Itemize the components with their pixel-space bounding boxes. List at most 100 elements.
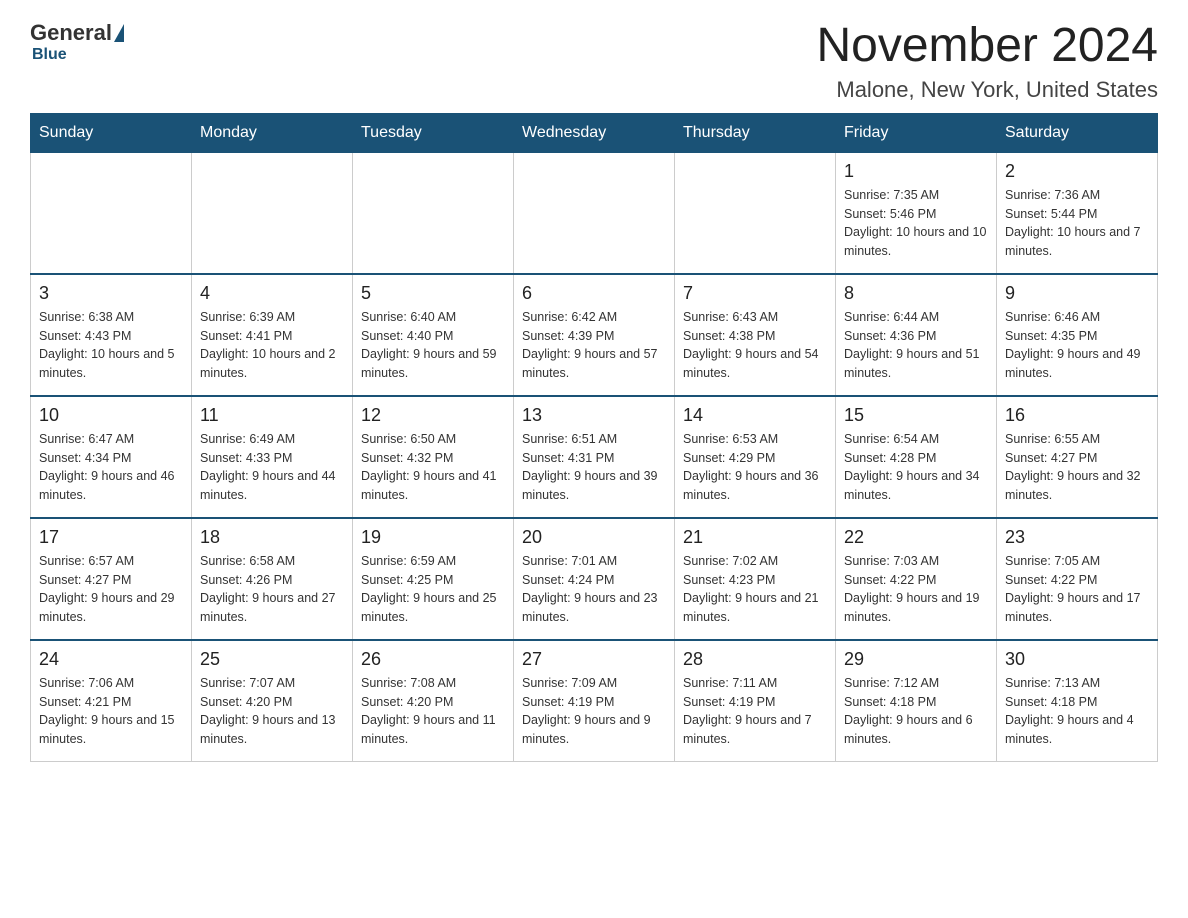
- day-number: 4: [200, 283, 344, 304]
- day-number: 30: [1005, 649, 1149, 670]
- day-info: Sunrise: 6:42 AMSunset: 4:39 PMDaylight:…: [522, 308, 666, 383]
- day-of-week-thursday: Thursday: [675, 113, 836, 152]
- week-row-4: 17 Sunrise: 6:57 AMSunset: 4:27 PMDayligh…: [31, 518, 1158, 640]
- day-info: Sunrise: 7:09 AMSunset: 4:19 PMDaylight:…: [522, 674, 666, 749]
- day-info: Sunrise: 6:43 AMSunset: 4:38 PMDaylight:…: [683, 308, 827, 383]
- calendar-cell: 20Sunrise: 7:01 AMSunset: 4:24 PMDayligh…: [514, 518, 675, 640]
- day-number: 2: [1005, 161, 1149, 182]
- day-info: Sunrise: 7:11 AMSunset: 4:19 PMDaylight:…: [683, 674, 827, 749]
- day-of-week-friday: Friday: [836, 113, 997, 152]
- day-number: 15: [844, 405, 988, 426]
- day-number: 14: [683, 405, 827, 426]
- day-number: 11: [200, 405, 344, 426]
- calendar-cell: 3Sunrise: 6:38 AMSunset: 4:43 PMDaylight…: [31, 274, 192, 396]
- day-info: Sunrise: 6:46 AMSunset: 4:35 PMDaylight:…: [1005, 308, 1149, 383]
- logo-general-text: General: [30, 20, 112, 46]
- day-info: Sunrise: 7:03 AMSunset: 4:22 PMDaylight:…: [844, 552, 988, 627]
- week-row-5: 24 Sunrise: 7:06 AMSunset: 4:21 PMDayligh…: [31, 640, 1158, 762]
- day-info: Sunrise: 6:47 AMSunset: 4:34 PMDaylight:…: [39, 430, 183, 505]
- calendar-cell: 6 Sunrise: 6:42 AMSunset: 4:39 PMDaylight…: [514, 274, 675, 396]
- days-of-week-row: SundayMondayTuesdayWednesdayThursdayFrid…: [31, 113, 1158, 152]
- day-info: Sunrise: 6:38 AMSunset: 4:43 PMDaylight:…: [39, 308, 183, 383]
- calendar-title: November 2024: [816, 20, 1158, 73]
- calendar-cell: 28 Sunrise: 7:11 AMSunset: 4:19 PMDayligh…: [675, 640, 836, 762]
- day-number: 28: [683, 649, 827, 670]
- calendar-cell: 19 Sunrise: 6:59 AMSunset: 4:25 PMDayligh…: [353, 518, 514, 640]
- day-info: Sunrise: 6:54 AMSunset: 4:28 PMDaylight:…: [844, 430, 988, 505]
- calendar-cell: [192, 152, 353, 274]
- day-of-week-saturday: Saturday: [997, 113, 1158, 152]
- day-number: 24: [39, 649, 183, 670]
- calendar-body: 1 Sunrise: 7:35 AMSunset: 5:46 PMDaylight…: [31, 152, 1158, 761]
- calendar-cell: 18 Sunrise: 6:58 AMSunset: 4:26 PMDayligh…: [192, 518, 353, 640]
- day-number: 8: [844, 283, 988, 304]
- calendar-table: SundayMondayTuesdayWednesdayThursdayFrid…: [30, 113, 1158, 762]
- calendar-cell: 13Sunrise: 6:51 AMSunset: 4:31 PMDayligh…: [514, 396, 675, 518]
- day-info: Sunrise: 7:06 AMSunset: 4:21 PMDaylight:…: [39, 674, 183, 749]
- calendar-cell: [675, 152, 836, 274]
- day-number: 1: [844, 161, 988, 182]
- logo-blue-text: Blue: [32, 46, 67, 63]
- calendar-cell: 14Sunrise: 6:53 AMSunset: 4:29 PMDayligh…: [675, 396, 836, 518]
- calendar-cell: 2 Sunrise: 7:36 AMSunset: 5:44 PMDaylight…: [997, 152, 1158, 274]
- day-info: Sunrise: 6:55 AMSunset: 4:27 PMDaylight:…: [1005, 430, 1149, 505]
- day-number: 23: [1005, 527, 1149, 548]
- day-info: Sunrise: 6:59 AMSunset: 4:25 PMDaylight:…: [361, 552, 505, 627]
- calendar-cell: 24 Sunrise: 7:06 AMSunset: 4:21 PMDayligh…: [31, 640, 192, 762]
- day-number: 27: [522, 649, 666, 670]
- day-number: 29: [844, 649, 988, 670]
- day-number: 6: [522, 283, 666, 304]
- day-info: Sunrise: 6:57 AMSunset: 4:27 PMDaylight:…: [39, 552, 183, 627]
- day-number: 12: [361, 405, 505, 426]
- calendar-cell: 9 Sunrise: 6:46 AMSunset: 4:35 PMDaylight…: [997, 274, 1158, 396]
- day-number: 21: [683, 527, 827, 548]
- calendar-cell: 16 Sunrise: 6:55 AMSunset: 4:27 PMDayligh…: [997, 396, 1158, 518]
- day-number: 18: [200, 527, 344, 548]
- calendar-cell: 11 Sunrise: 6:49 AMSunset: 4:33 PMDayligh…: [192, 396, 353, 518]
- calendar-cell: 4Sunrise: 6:39 AMSunset: 4:41 PMDaylight…: [192, 274, 353, 396]
- day-info: Sunrise: 6:44 AMSunset: 4:36 PMDaylight:…: [844, 308, 988, 383]
- calendar-cell: 23 Sunrise: 7:05 AMSunset: 4:22 PMDayligh…: [997, 518, 1158, 640]
- week-row-3: 10Sunrise: 6:47 AMSunset: 4:34 PMDayligh…: [31, 396, 1158, 518]
- day-number: 19: [361, 527, 505, 548]
- day-info: Sunrise: 6:40 AMSunset: 4:40 PMDaylight:…: [361, 308, 505, 383]
- day-info: Sunrise: 6:58 AMSunset: 4:26 PMDaylight:…: [200, 552, 344, 627]
- calendar-cell: 22 Sunrise: 7:03 AMSunset: 4:22 PMDayligh…: [836, 518, 997, 640]
- calendar-cell: 7 Sunrise: 6:43 AMSunset: 4:38 PMDaylight…: [675, 274, 836, 396]
- day-number: 9: [1005, 283, 1149, 304]
- week-row-2: 3Sunrise: 6:38 AMSunset: 4:43 PMDaylight…: [31, 274, 1158, 396]
- day-info: Sunrise: 7:13 AMSunset: 4:18 PMDaylight:…: [1005, 674, 1149, 749]
- calendar-cell: 1 Sunrise: 7:35 AMSunset: 5:46 PMDaylight…: [836, 152, 997, 274]
- day-info: Sunrise: 7:05 AMSunset: 4:22 PMDaylight:…: [1005, 552, 1149, 627]
- calendar-cell: 21Sunrise: 7:02 AMSunset: 4:23 PMDayligh…: [675, 518, 836, 640]
- day-number: 26: [361, 649, 505, 670]
- day-info: Sunrise: 7:36 AMSunset: 5:44 PMDaylight:…: [1005, 186, 1149, 261]
- calendar-cell: 8 Sunrise: 6:44 AMSunset: 4:36 PMDaylight…: [836, 274, 997, 396]
- day-info: Sunrise: 7:35 AMSunset: 5:46 PMDaylight:…: [844, 186, 988, 261]
- day-number: 16: [1005, 405, 1149, 426]
- calendar-cell: 30 Sunrise: 7:13 AMSunset: 4:18 PMDayligh…: [997, 640, 1158, 762]
- week-row-1: 1 Sunrise: 7:35 AMSunset: 5:46 PMDaylight…: [31, 152, 1158, 274]
- calendar-cell: 27 Sunrise: 7:09 AMSunset: 4:19 PMDayligh…: [514, 640, 675, 762]
- page-header: General Blue November 2024 Malone, New Y…: [30, 20, 1158, 103]
- day-of-week-wednesday: Wednesday: [514, 113, 675, 152]
- day-number: 20: [522, 527, 666, 548]
- day-number: 5: [361, 283, 505, 304]
- day-number: 17: [39, 527, 183, 548]
- calendar-cell: 10Sunrise: 6:47 AMSunset: 4:34 PMDayligh…: [31, 396, 192, 518]
- day-info: Sunrise: 6:50 AMSunset: 4:32 PMDaylight:…: [361, 430, 505, 505]
- day-of-week-sunday: Sunday: [31, 113, 192, 152]
- calendar-cell: 12 Sunrise: 6:50 AMSunset: 4:32 PMDayligh…: [353, 396, 514, 518]
- calendar-cell: [31, 152, 192, 274]
- day-info: Sunrise: 7:08 AMSunset: 4:20 PMDaylight:…: [361, 674, 505, 749]
- calendar-location: Malone, New York, United States: [816, 77, 1158, 103]
- day-info: Sunrise: 6:49 AMSunset: 4:33 PMDaylight:…: [200, 430, 344, 505]
- calendar-cell: 25Sunrise: 7:07 AMSunset: 4:20 PMDayligh…: [192, 640, 353, 762]
- day-number: 22: [844, 527, 988, 548]
- day-of-week-monday: Monday: [192, 113, 353, 152]
- calendar-cell: 17 Sunrise: 6:57 AMSunset: 4:27 PMDayligh…: [31, 518, 192, 640]
- day-number: 7: [683, 283, 827, 304]
- calendar-cell: 5 Sunrise: 6:40 AMSunset: 4:40 PMDaylight…: [353, 274, 514, 396]
- calendar-header: SundayMondayTuesdayWednesdayThursdayFrid…: [31, 113, 1158, 152]
- day-info: Sunrise: 7:12 AMSunset: 4:18 PMDaylight:…: [844, 674, 988, 749]
